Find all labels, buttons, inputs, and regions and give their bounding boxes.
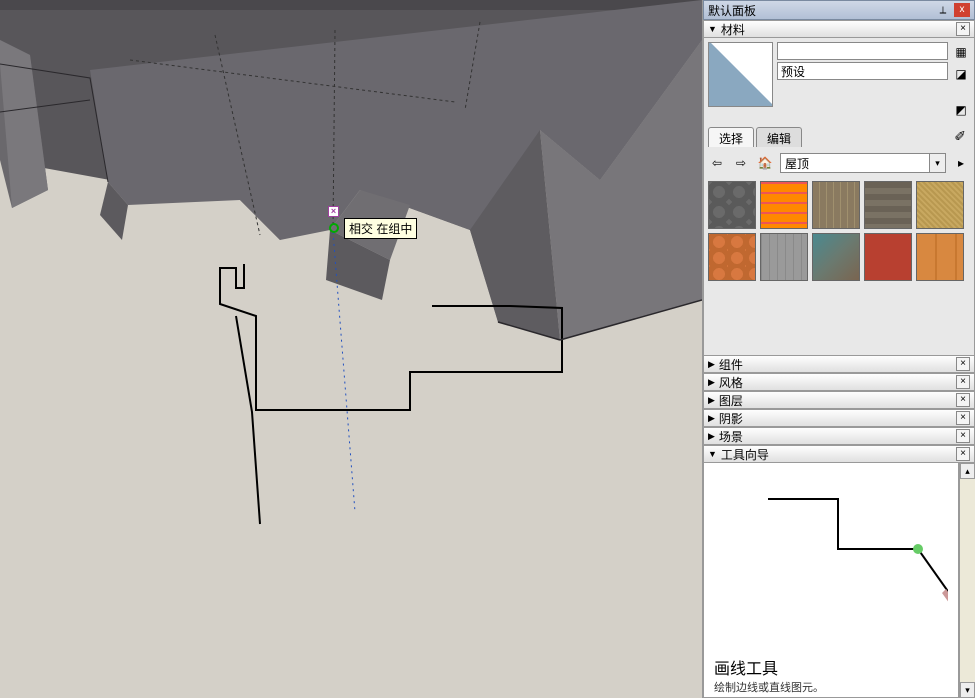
material-swatch-grid: [708, 181, 970, 281]
section-label: 工具向导: [721, 446, 952, 463]
caret-right-icon: ▶: [708, 377, 715, 388]
section-header-shadows[interactable]: ▶ 阴影 ×: [703, 409, 975, 427]
details-menu-button[interactable]: ▸: [952, 154, 970, 172]
material-swatch[interactable]: [812, 181, 860, 229]
scroll-up-button[interactable]: ▴: [960, 463, 975, 479]
material-swatch[interactable]: [916, 233, 964, 281]
tab-select[interactable]: 选择: [708, 127, 754, 147]
caret-right-icon: ▶: [708, 431, 715, 442]
default-material-icon[interactable]: ◩: [953, 102, 969, 118]
materials-body: ▦ ◪ ◩ 选择 编辑 ✐ ⇦ ⇨ 🏠 屋顶 ▾ ▸: [703, 38, 975, 355]
inference-x-marker: ×: [328, 206, 339, 217]
caret-right-icon: ▶: [708, 413, 715, 424]
section-header-layers[interactable]: ▶ 图层 ×: [703, 391, 975, 409]
section-collapse-button[interactable]: ×: [956, 393, 970, 407]
section-label: 风格: [719, 374, 952, 391]
panel-title: 默认面板: [708, 2, 936, 19]
scroll-down-button[interactable]: ▾: [960, 682, 975, 698]
section-label: 材料: [721, 21, 952, 38]
inference-tooltip: 相交 在组中: [344, 218, 417, 239]
nav-home-button[interactable]: 🏠: [756, 154, 774, 172]
material-swatch[interactable]: [708, 233, 756, 281]
section-collapse-button[interactable]: ×: [956, 447, 970, 461]
caret-down-icon: ▼: [708, 449, 717, 459]
material-swatch[interactable]: [864, 233, 912, 281]
pin-icon[interactable]: ⟂: [936, 3, 950, 17]
section-collapse-button[interactable]: ×: [956, 22, 970, 36]
section-header-materials[interactable]: ▼ 材料 ×: [703, 20, 975, 38]
instructor-illustration: [708, 469, 954, 655]
material-preset-input[interactable]: [777, 62, 948, 80]
default-tray-panel: 默认面板 ⟂ x ▼ 材料 × ▦ ◪ ◩: [702, 0, 975, 698]
section-collapse-button[interactable]: ×: [956, 429, 970, 443]
eyedropper-icon[interactable]: ✐: [950, 126, 970, 147]
material-swatch[interactable]: [760, 181, 808, 229]
instructor-tool-desc: 绘制边线或直线图元。: [708, 679, 954, 695]
caret-right-icon: ▶: [708, 359, 715, 370]
section-label: 图层: [719, 392, 952, 409]
panel-close-button[interactable]: x: [954, 3, 970, 17]
section-header-components[interactable]: ▶ 组件 ×: [703, 355, 975, 373]
caret-down-icon: ▼: [708, 24, 717, 34]
section-header-instructor[interactable]: ▼ 工具向导 ×: [703, 445, 975, 463]
dropdown-selected: 屋顶: [781, 155, 929, 172]
section-label: 场景: [719, 428, 952, 445]
add-to-model-icon[interactable]: ◪: [953, 66, 969, 82]
material-swatch[interactable]: [760, 233, 808, 281]
material-swatch[interactable]: [916, 181, 964, 229]
tab-edit[interactable]: 编辑: [756, 127, 802, 147]
instructor-scrollbar[interactable]: ▴ ▾: [959, 463, 975, 698]
nav-forward-button[interactable]: ⇨: [732, 154, 750, 172]
nav-back-button[interactable]: ⇦: [708, 154, 726, 172]
material-swatch[interactable]: [864, 181, 912, 229]
instructor-tool-name: 画线工具: [708, 655, 954, 679]
current-material-preview[interactable]: [708, 42, 773, 107]
instructor-body: 画线工具 绘制边线或直线图元。: [703, 463, 959, 698]
section-collapse-button[interactable]: ×: [956, 357, 970, 371]
caret-right-icon: ▶: [708, 395, 715, 406]
material-name-input[interactable]: [777, 42, 948, 60]
material-category-dropdown[interactable]: 屋顶 ▾: [780, 153, 946, 173]
section-header-scenes[interactable]: ▶ 场景 ×: [703, 427, 975, 445]
material-swatch[interactable]: [708, 181, 756, 229]
model-viewport[interactable]: × 相交 在组中: [0, 0, 702, 698]
section-label: 组件: [719, 356, 952, 373]
section-label: 阴影: [719, 410, 952, 427]
create-material-icon[interactable]: ▦: [953, 44, 969, 60]
chevron-down-icon[interactable]: ▾: [929, 154, 945, 172]
panel-titlebar[interactable]: 默认面板 ⟂ x: [703, 0, 975, 20]
inference-endpoint-marker: [329, 223, 339, 233]
material-swatch[interactable]: [812, 233, 860, 281]
section-collapse-button[interactable]: ×: [956, 375, 970, 389]
section-collapse-button[interactable]: ×: [956, 411, 970, 425]
section-header-styles[interactable]: ▶ 风格 ×: [703, 373, 975, 391]
model-drawing: [0, 0, 702, 698]
